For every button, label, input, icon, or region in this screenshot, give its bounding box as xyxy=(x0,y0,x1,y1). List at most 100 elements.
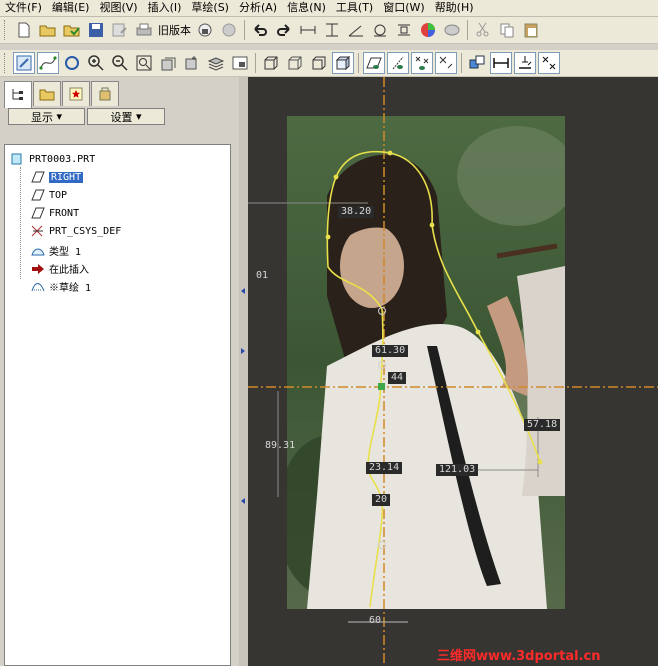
old-version-label[interactable]: 旧版本 xyxy=(158,22,191,38)
relations-button[interactable] xyxy=(466,52,488,74)
refit-icon xyxy=(136,55,152,71)
appearance-button[interactable] xyxy=(417,19,439,41)
csys-toggle[interactable] xyxy=(435,52,457,74)
menu-file[interactable]: 文件(F) xyxy=(0,0,47,16)
tree-item-type1[interactable]: 类型 1 xyxy=(31,243,81,258)
standard-toolbar: 旧版本 xyxy=(0,17,658,44)
insert-here-arrow-icon xyxy=(32,263,44,274)
reorient-button[interactable] xyxy=(157,52,179,74)
zoom-out-button[interactable] xyxy=(109,52,131,74)
dimension-label[interactable]: 44 xyxy=(388,372,407,384)
palette-icon xyxy=(444,24,460,36)
menu-window[interactable]: 窗口(W) xyxy=(378,0,429,16)
show-constraints-toggle[interactable] xyxy=(514,52,536,74)
tab-folder-browser[interactable] xyxy=(33,81,61,106)
no-hidden-button[interactable] xyxy=(308,52,330,74)
dimension-v-button[interactable] xyxy=(321,19,343,41)
datum-planes-toggle[interactable] xyxy=(363,52,385,74)
zoom-in-button[interactable] xyxy=(85,52,107,74)
color-wheel-icon xyxy=(421,23,435,37)
menu-edit[interactable]: 编辑(E) xyxy=(47,0,95,16)
menu-info[interactable]: 信息(N) xyxy=(282,0,331,16)
wireframe-cube-icon xyxy=(264,56,278,70)
dimension-label[interactable]: 01 xyxy=(253,270,271,282)
graphics-window[interactable]: 38.20 01 61.30 44 89.31 57.18 23.14 121.… xyxy=(248,77,658,666)
menu-sketch[interactable]: 草绘(S) xyxy=(186,0,234,16)
dimension-label[interactable]: 57.18 xyxy=(524,419,561,431)
collapse-left-icon[interactable] xyxy=(239,287,247,295)
save-button[interactable] xyxy=(85,19,107,41)
settings-dropdown[interactable]: 设置 ▾ xyxy=(87,108,165,125)
repaint-button[interactable] xyxy=(61,52,83,74)
menu-view[interactable]: 视图(V) xyxy=(94,0,142,16)
tree-root[interactable]: PRT0003.PRT xyxy=(11,153,95,165)
sketch-tool-button[interactable] xyxy=(13,52,35,74)
redo-button[interactable] xyxy=(273,19,295,41)
open-file-button[interactable] xyxy=(37,19,59,41)
folder-session-icon xyxy=(63,25,80,37)
open-session-button[interactable] xyxy=(61,19,83,41)
feature-icon xyxy=(31,248,45,255)
layers-button[interactable] xyxy=(205,52,227,74)
menu-analysis[interactable]: 分析(A) xyxy=(234,0,282,16)
show-vertices-toggle[interactable] xyxy=(538,52,560,74)
dimension-label[interactable]: 38.20 xyxy=(338,206,375,218)
tree-item-top[interactable]: TOP xyxy=(31,189,67,201)
spline-button[interactable] xyxy=(37,52,59,74)
saved-views-button[interactable] xyxy=(181,52,203,74)
print-icon xyxy=(136,23,152,36)
paste-button[interactable] xyxy=(520,19,542,41)
expand-right-icon[interactable] xyxy=(239,347,247,355)
zoom-in-icon xyxy=(88,55,104,71)
zoom-out-icon xyxy=(112,55,128,71)
radius-dim-button[interactable] xyxy=(369,19,391,41)
dimension-label[interactable]: 121.03 xyxy=(436,464,479,476)
toolbar-grip[interactable] xyxy=(4,20,9,40)
tree-scroll-strip[interactable] xyxy=(231,144,239,666)
tree-item-csys[interactable]: PRT_CSYS_DEF xyxy=(31,225,121,237)
collapse-left-icon-2[interactable] xyxy=(239,497,247,505)
dimension-label[interactable]: 89.31 xyxy=(262,440,298,452)
datum-points-toggle[interactable] xyxy=(411,52,433,74)
view-manager-button[interactable] xyxy=(229,52,251,74)
wireframe-button[interactable] xyxy=(260,52,282,74)
new-file-icon xyxy=(18,22,30,38)
print-button[interactable] xyxy=(133,19,155,41)
new-file-button[interactable] xyxy=(13,19,35,41)
hidden-line-button[interactable] xyxy=(284,52,306,74)
refit-button[interactable] xyxy=(133,52,155,74)
show-dimensions-toggle[interactable] xyxy=(490,52,512,74)
spline-curve[interactable] xyxy=(326,150,541,463)
tree-item-sketch1[interactable]: ※草绘 1 xyxy=(31,279,91,294)
model-tree-toggle-button[interactable] xyxy=(194,19,216,41)
tree-item-front[interactable]: FRONT xyxy=(31,207,79,219)
regenerate-button[interactable] xyxy=(218,19,240,41)
menu-insert[interactable]: 插入(I) xyxy=(143,0,187,16)
tab-connections[interactable] xyxy=(91,81,119,106)
copy-button[interactable] xyxy=(496,19,518,41)
dimension-label[interactable]: 60 xyxy=(366,615,384,627)
datum-plane-button[interactable] xyxy=(393,19,415,41)
panel-splitter[interactable] xyxy=(239,77,248,666)
render-button[interactable] xyxy=(441,19,463,41)
tree-item-insert-here[interactable]: 在此插入 xyxy=(31,261,89,276)
dimension-label[interactable]: 23.14 xyxy=(366,462,403,474)
dimension-h-button[interactable] xyxy=(297,19,319,41)
dimension-label[interactable]: 61.30 xyxy=(372,345,409,357)
cut-button[interactable] xyxy=(472,19,494,41)
display-dropdown[interactable]: 显示 ▾ xyxy=(8,108,85,125)
angle-dim-button[interactable] xyxy=(345,19,367,41)
shading-button[interactable] xyxy=(332,52,354,74)
tree-item-right[interactable]: RIGHT xyxy=(31,171,84,183)
settings-dropdown-label: 设置 xyxy=(110,110,133,124)
toolbar-grip-2[interactable] xyxy=(4,53,9,73)
undo-button[interactable] xyxy=(249,19,271,41)
datum-axes-toggle[interactable] xyxy=(387,52,409,74)
save-copy-button[interactable] xyxy=(109,19,131,41)
tab-model-tree[interactable] xyxy=(4,81,32,108)
dimension-label[interactable]: 20 xyxy=(372,494,391,506)
tab-favorites[interactable] xyxy=(62,81,90,106)
folder-open-icon xyxy=(39,25,56,37)
menu-tools[interactable]: 工具(T) xyxy=(331,0,378,16)
menu-help[interactable]: 帮助(H) xyxy=(430,0,479,16)
